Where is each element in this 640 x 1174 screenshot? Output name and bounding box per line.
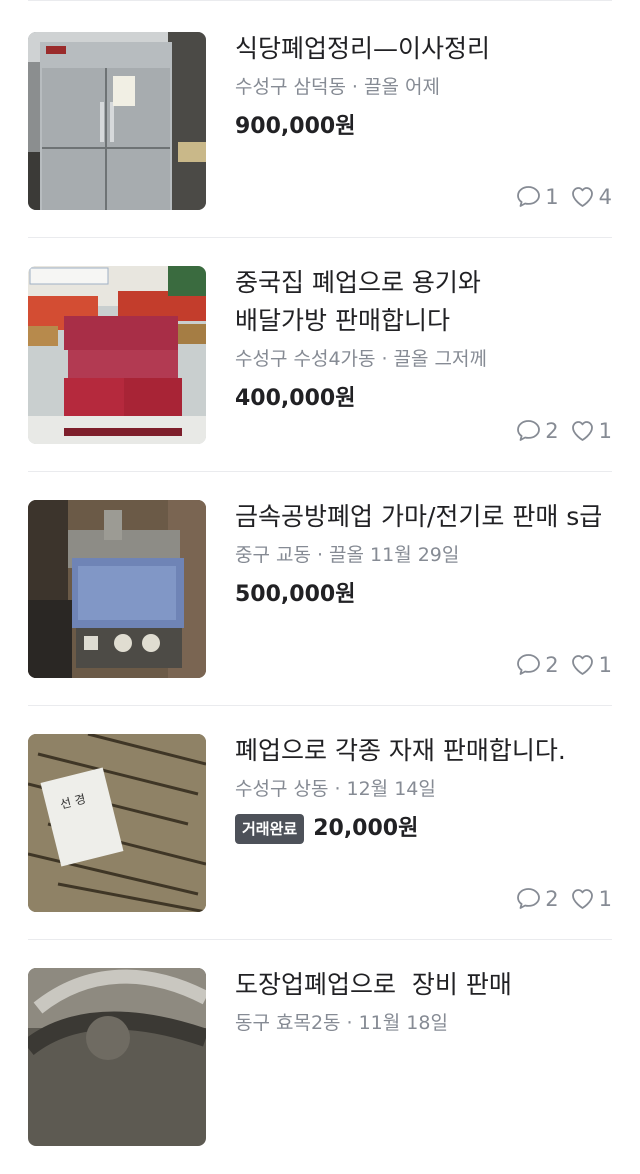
heart-icon (571, 889, 593, 909)
item-time: 12월 14일 (346, 778, 436, 800)
item-time: 끌올 그저께 (393, 348, 487, 370)
heart-icon (571, 421, 593, 441)
price-row: 거래완료 20,000원 (235, 814, 612, 844)
list-item[interactable]: 식당폐업정리—이사정리 수성구 삼덕동 · 끌올 어제 900,000원 1 4 (28, 2, 612, 238)
comment-count: 1 (515, 184, 559, 209)
item-meta: 중구 교동 · 끌올 11월 29일 (235, 542, 612, 568)
item-counts: 2 1 (505, 652, 612, 677)
item-time: 끌올 11월 29일 (329, 544, 460, 566)
list-item[interactable]: 선 경 폐업으로 각종 자재 판매합니다. 수성구 상동 · 12월 14일 거래완… (28, 704, 612, 940)
separator-dot: · (316, 544, 324, 566)
chat-bubble-icon (517, 420, 541, 441)
item-title[interactable]: 중국집 폐업으로 용기와 배달가방 판매합니다 (235, 264, 535, 340)
like-count: 1 (569, 886, 612, 911)
comment-count: 2 (515, 418, 559, 443)
price-row: 400,000원 (235, 384, 612, 414)
like-count: 1 (569, 652, 612, 677)
item-time: 11월 18일 (358, 1012, 448, 1034)
price-row: 900,000원 (235, 112, 612, 142)
like-count: 1 (569, 418, 612, 443)
item-counts: 2 1 (505, 886, 612, 911)
separator-dot: · (381, 348, 388, 370)
item-thumbnail[interactable]: 선 경 (28, 734, 206, 912)
item-title[interactable]: 도장업폐업으로 장비 판매 (235, 966, 612, 1004)
item-price: 400,000원 (235, 386, 356, 411)
item-counts: 1 4 (505, 184, 612, 209)
like-count: 4 (569, 184, 612, 209)
item-location: 동구 효목2동 (235, 1012, 341, 1034)
chat-bubble-icon (517, 654, 541, 675)
item-meta: 수성구 상동 · 12월 14일 (235, 776, 612, 802)
item-location: 수성구 삼덕동 (235, 76, 346, 98)
item-location: 중구 교동 (235, 544, 311, 566)
comment-count: 2 (515, 886, 559, 911)
status-badge: 거래완료 (235, 814, 305, 844)
chat-bubble-icon (517, 888, 541, 909)
item-title[interactable]: 금속공방폐업 가마/전기로 판매 s급 (235, 498, 611, 536)
item-thumbnail[interactable] (28, 266, 206, 444)
heart-icon (571, 655, 593, 675)
item-title[interactable]: 식당폐업정리—이사정리 (235, 30, 612, 68)
item-location: 수성구 상동 (235, 778, 329, 800)
chat-bubble-icon (517, 186, 541, 207)
item-price: 900,000원 (235, 114, 356, 139)
item-meta: 동구 효목2동 · 11월 18일 (235, 1010, 612, 1036)
item-price: 20,000원 (313, 816, 419, 841)
comment-count: 2 (515, 652, 559, 677)
list-item[interactable]: 중국집 폐업으로 용기와 배달가방 판매합니다 수성구 수성4가동 · 끌올 그저께… (28, 236, 612, 472)
heart-icon (571, 187, 593, 207)
price-row: 500,000원 (235, 580, 612, 610)
list-item[interactable]: 도장업폐업으로 장비 판매 동구 효목2동 · 11월 18일 (28, 938, 612, 1174)
separator-dot: · (334, 778, 341, 800)
item-meta: 수성구 삼덕동 · 끌올 어제 (235, 74, 612, 100)
item-counts: 2 1 (505, 418, 612, 443)
item-thumbnail[interactable] (28, 500, 206, 678)
item-location: 수성구 수성4가동 (235, 348, 376, 370)
list-item[interactable]: 금속공방폐업 가마/전기로 판매 s급 중구 교동 · 끌올 11월 29일 500… (28, 470, 612, 706)
separator-dot: · (346, 1012, 353, 1034)
item-price: 500,000원 (235, 582, 356, 607)
item-time: 끌올 어제 (363, 76, 440, 98)
separator-dot: · (351, 76, 358, 98)
item-thumbnail[interactable] (28, 968, 206, 1146)
item-title[interactable]: 폐업으로 각종 자재 판매합니다. (235, 732, 612, 770)
top-divider (28, 0, 612, 1)
item-thumbnail[interactable] (28, 32, 206, 210)
item-meta: 수성구 수성4가동 · 끌올 그저께 (235, 346, 612, 372)
